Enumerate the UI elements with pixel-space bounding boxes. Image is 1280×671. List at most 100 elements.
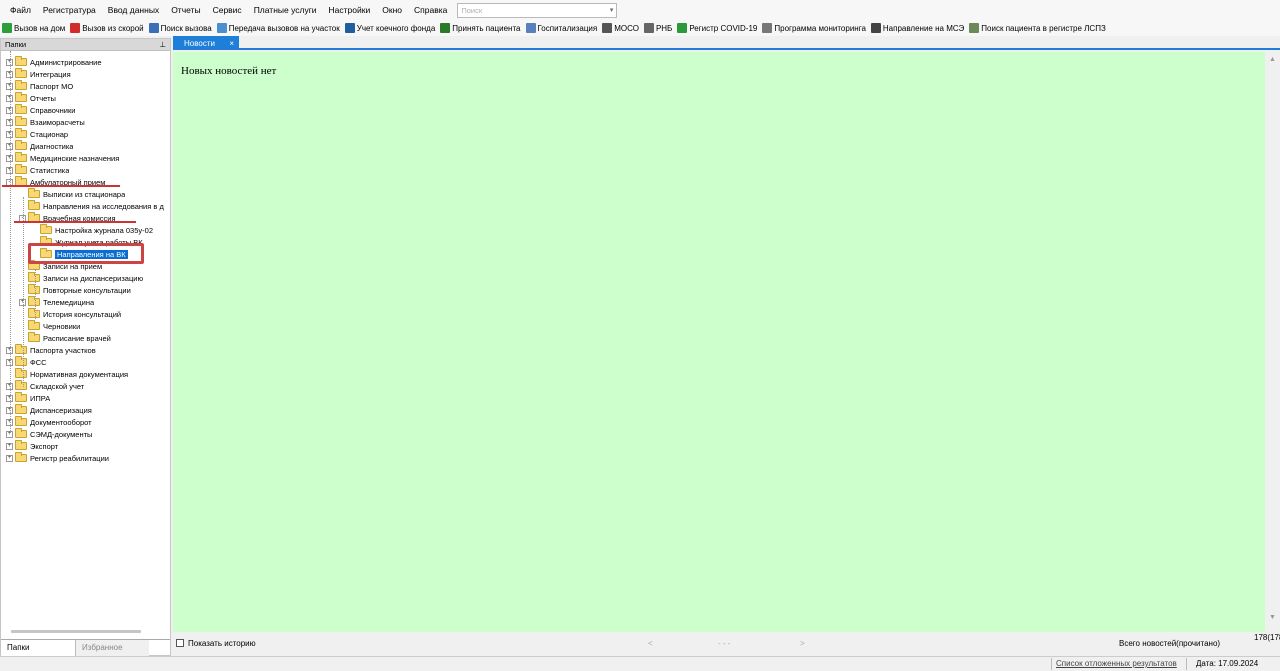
toolbar-button[interactable]: Принять пациента	[440, 23, 521, 33]
folders-panel-title: Папки	[5, 40, 27, 49]
folder-icon	[15, 356, 27, 366]
tree-node[interactable]: + Администрирование	[1, 56, 170, 68]
tree-node[interactable]: + Диагностика	[1, 140, 170, 152]
tree-node[interactable]: + Медицинские назначения	[1, 152, 170, 164]
toolbar-button[interactable]: Госпитализация	[525, 23, 597, 33]
tree-node[interactable]: + Экспорт	[1, 440, 170, 452]
folder-icon	[28, 296, 40, 306]
tree-node[interactable]: + Диспансеризация	[1, 404, 170, 416]
toolbar-button-label: Регистр COVID-19	[689, 23, 758, 33]
tree-node[interactable]: Настройка журнала 035у-02	[1, 224, 170, 236]
tree-node[interactable]: + Стационар	[1, 128, 170, 140]
toolbar-button[interactable]: МОСО	[602, 23, 639, 33]
vertical-scrollbar[interactable]: ▲ ▼	[1265, 52, 1280, 632]
total-news-count: 178(178)	[1254, 633, 1280, 642]
tree-node[interactable]: + Справочники	[1, 104, 170, 116]
scroll-up-icon[interactable]: ▲	[1269, 56, 1276, 63]
expand-icon[interactable]: +	[6, 454, 13, 462]
horizontal-scrollbar[interactable]	[11, 630, 141, 633]
toolbar: Вызов на дом Вызов из скорой Поиск вызова П…	[0, 20, 1280, 36]
toolbar-button[interactable]: Поиск пациента в регистре ЛСПЗ	[969, 23, 1106, 33]
tree-node-label: Нормативная документация	[30, 369, 129, 379]
tree-node[interactable]: Записи на диспансеризацию	[1, 272, 170, 284]
tree-node-label: ИПРА	[30, 393, 51, 403]
tree-node-label: Медицинские назначения	[30, 153, 120, 163]
pin-icon[interactable]: ⊥	[159, 40, 166, 49]
show-history-label: Показать историю	[188, 638, 256, 648]
monitoring-icon	[762, 23, 773, 33]
tree-node-label: СЭМД-документы	[30, 429, 93, 439]
tab-news[interactable]: Новости ×	[173, 36, 239, 50]
tree-node-label: Интеграция	[30, 69, 71, 79]
toolbar-button[interactable]: Вызов из скорой	[70, 23, 144, 33]
search-box[interactable]: Поиск ▾	[457, 2, 618, 18]
toolbar-button-label: Принять пациента	[452, 23, 521, 33]
tree-node[interactable]: + Паспорт МО	[1, 80, 170, 92]
accept-patient-icon	[440, 23, 451, 33]
tree-node[interactable]: + Складской учет	[1, 380, 170, 392]
tree-node[interactable]: История консультаций	[1, 308, 170, 320]
tree-node[interactable]: + Документооборот	[1, 416, 170, 428]
tree-node[interactable]: + Взаиморасчеты	[1, 116, 170, 128]
next-page-button[interactable]: >	[800, 639, 805, 648]
tree-node[interactable]: Черновики	[1, 320, 170, 332]
tree-node[interactable]: + Паспорта участков	[1, 344, 170, 356]
folder-icon	[15, 56, 27, 66]
menu-item[interactable]: Окно	[376, 0, 408, 20]
total-news-label: Всего новостей(прочитано)	[1119, 638, 1221, 648]
deferred-results-link[interactable]: Список отложенных результатов	[1056, 659, 1177, 668]
show-history-checkbox[interactable]	[176, 639, 184, 647]
menu-item[interactable]: Регистратура	[37, 0, 102, 20]
tree-node[interactable]: + Телемедицина	[1, 296, 170, 308]
toolbar-button[interactable]: Вызов на дом	[2, 23, 65, 33]
toolbar-button[interactable]: Учет коечного фонда	[344, 23, 435, 33]
menu-item[interactable]: Отчеты	[165, 0, 206, 20]
tree-node[interactable]: + ИПРА	[1, 392, 170, 404]
folder-icon	[28, 320, 40, 330]
menu-item[interactable]: Сервис	[207, 0, 248, 20]
tree-node-label: Справочники	[30, 105, 76, 115]
expand-icon[interactable]: +	[6, 442, 13, 450]
tree-node[interactable]: Расписание врачей	[1, 332, 170, 344]
menu-item[interactable]: Настройки	[323, 0, 377, 20]
toolbar-button[interactable]: Поиск вызова	[148, 23, 212, 33]
folder-icon	[15, 344, 27, 354]
toolbar-button[interactable]: Регистр COVID-19	[677, 23, 757, 33]
expand-icon[interactable]: +	[6, 430, 13, 438]
tree-node-label: Записи на диспансеризацию	[43, 273, 144, 283]
tree-node[interactable]: Повторные консультации	[1, 284, 170, 296]
tree-node-label: Отчеты	[30, 93, 56, 103]
house-call-icon	[2, 23, 12, 33]
tree-node[interactable]: + Статистика	[1, 164, 170, 176]
tree-node[interactable]: + СЭМД-документы	[1, 428, 170, 440]
toolbar-button[interactable]: Направление на МСЭ	[870, 23, 964, 33]
folders-panel-header: Папки ⊥	[1, 39, 170, 51]
status-separator	[1186, 658, 1187, 670]
tree-node-label: Выписки из стационара	[43, 189, 126, 199]
menu-item[interactable]: Платные услуги	[248, 0, 323, 20]
toolbar-button[interactable]: Программа мониторинга	[762, 23, 866, 33]
no-news-message: Новых новостей нет	[181, 65, 277, 77]
tree-node[interactable]: Направления на исследования в д	[1, 200, 170, 212]
menu-item[interactable]: Справка	[408, 0, 453, 20]
tab-news-label: Новости	[184, 38, 215, 48]
menu-item[interactable]: Файл	[4, 0, 37, 20]
tree-node[interactable]: + Интеграция	[1, 68, 170, 80]
tab-folders[interactable]: Папки	[1, 640, 75, 656]
tree-node-label: Паспорта участков	[30, 345, 96, 355]
chevron-down-icon[interactable]: ▾	[610, 6, 614, 14]
panel-tabs: Папки Избранное	[1, 639, 170, 656]
tree-node[interactable]: + Регистр реабилитации	[1, 452, 170, 464]
tree-node[interactable]: + Отчеты	[1, 92, 170, 104]
tree-node[interactable]: Выписки из стационара	[1, 188, 170, 200]
close-icon[interactable]: ×	[229, 39, 234, 48]
scroll-down-icon[interactable]: ▼	[1269, 614, 1276, 621]
toolbar-button[interactable]: РНБ	[643, 23, 672, 33]
tree-node[interactable]: + ФСС	[1, 356, 170, 368]
prev-page-button[interactable]: <	[648, 639, 653, 648]
toolbar-button[interactable]: Передача вызовов на участок	[216, 23, 340, 33]
menu-item[interactable]: Ввод данных	[102, 0, 165, 20]
toolbar-button-label: Поиск вызова	[160, 23, 212, 33]
tab-favorites[interactable]: Избранное	[75, 640, 149, 656]
tree-node[interactable]: Нормативная документация	[1, 368, 170, 380]
